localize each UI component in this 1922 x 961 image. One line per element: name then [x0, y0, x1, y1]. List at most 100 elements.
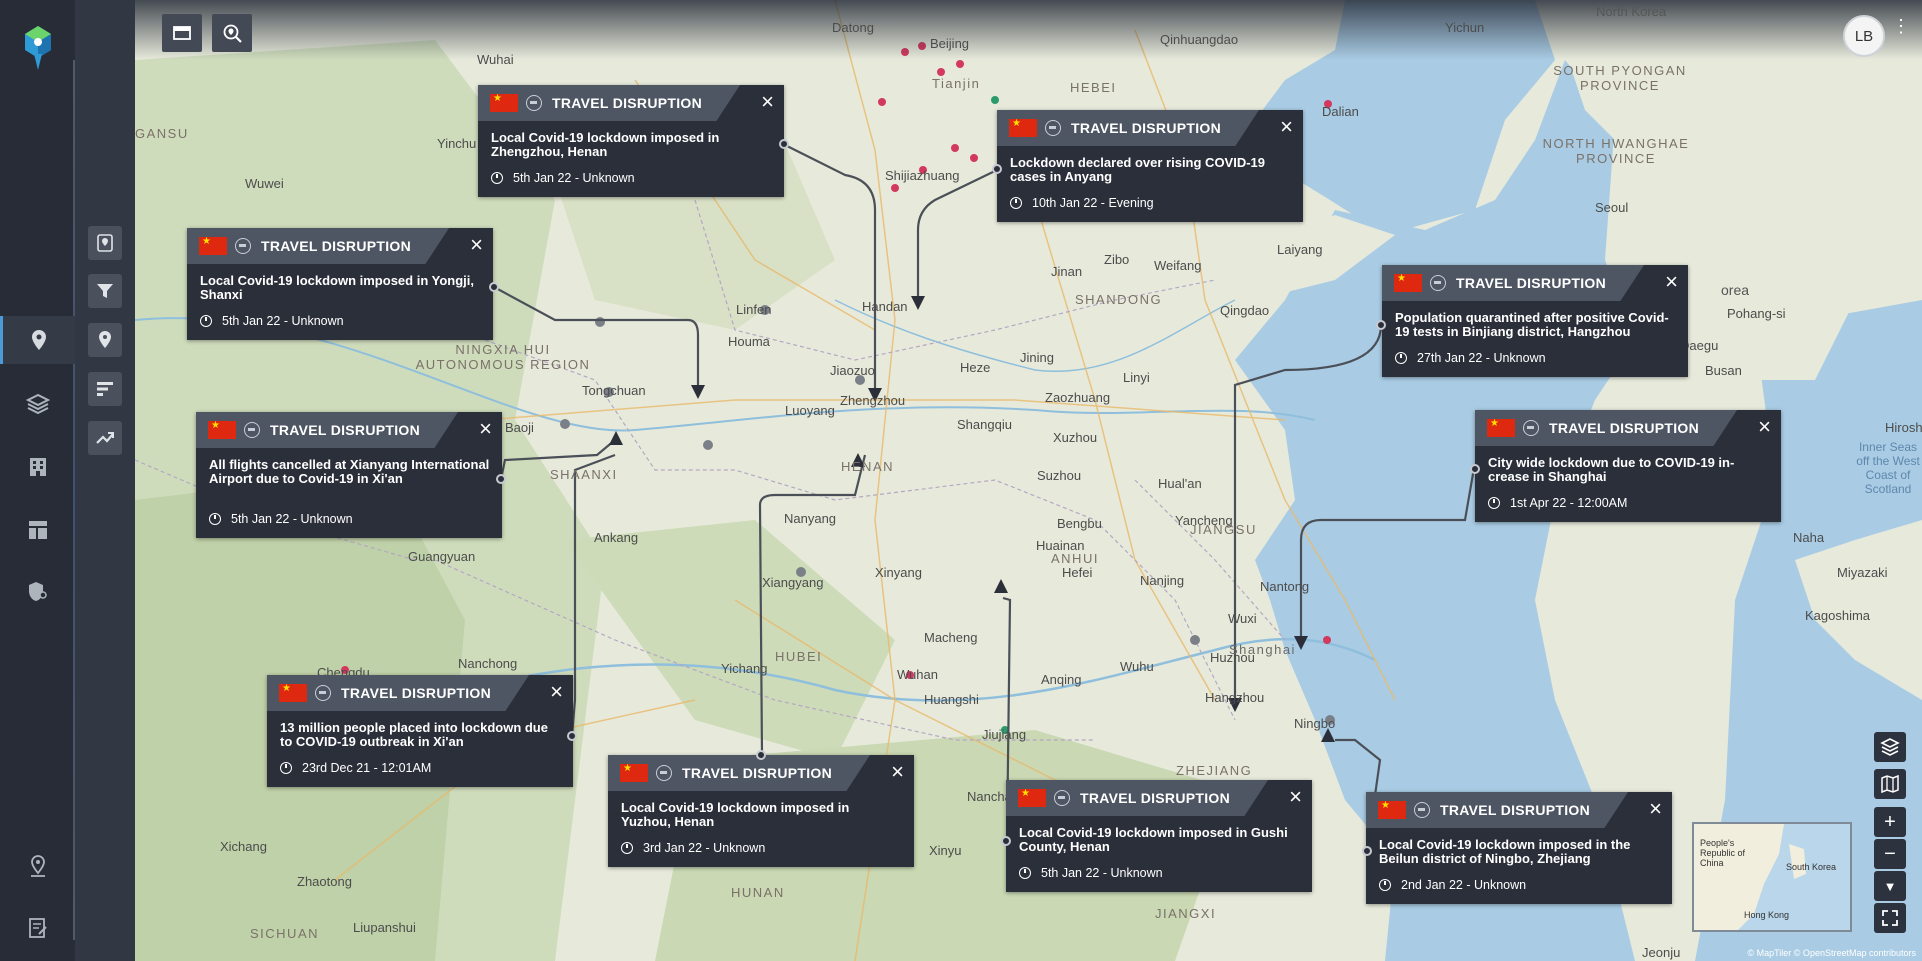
map-label-city: Nanyang — [784, 511, 837, 526]
trends-button[interactable] — [88, 421, 122, 455]
map-label-city: Yichang — [721, 661, 768, 676]
overview-minimap[interactable]: People's Republic of China South Korea H… — [1692, 822, 1852, 932]
event-card[interactable]: TRAVEL DISRUPTION × Local Covid-19 lockdo… — [478, 85, 784, 197]
map-label-city: Yichun — [1445, 20, 1485, 35]
map-label-city: Zhaotong — [297, 874, 352, 889]
travel-category-icon — [526, 95, 542, 111]
card-anchor — [1362, 846, 1372, 856]
map-label-city: Jeonju — [1642, 945, 1681, 960]
card-anchor — [489, 282, 499, 292]
window-button[interactable] — [162, 14, 202, 52]
map-label-city: Zaozhuang — [1045, 390, 1111, 405]
event-title: Local Covid-19 lockdown imposed in Yuzho… — [621, 800, 850, 829]
map-settings-button[interactable] — [88, 226, 122, 260]
map-label-region: SOUTH PYONGAN PROVINCE — [1553, 63, 1687, 93]
location-pin-icon — [32, 330, 46, 350]
map-label-city: Jiujiang — [982, 727, 1027, 742]
event-type: TRAVEL DISRUPTION — [1456, 275, 1607, 291]
event-time: 10th Jan 22 - Evening — [1032, 196, 1154, 210]
user-avatar[interactable]: LB — [1843, 15, 1885, 57]
map-label-city: Datong — [832, 20, 874, 35]
close-icon[interactable]: × — [470, 234, 483, 256]
more-menu-icon[interactable]: ⋮ — [1892, 17, 1910, 35]
card-anchor — [496, 474, 506, 484]
event-card[interactable]: TRAVEL DISRUPTION × City wide lockdown du… — [1475, 410, 1781, 522]
close-icon[interactable]: × — [1665, 271, 1678, 293]
close-icon[interactable]: × — [1758, 416, 1771, 438]
compass-button[interactable]: ▼ — [1874, 871, 1906, 901]
map-label-city: Xinyu — [929, 843, 962, 858]
event-type: TRAVEL DISRUPTION — [1071, 120, 1222, 136]
event-card[interactable]: TRAVEL DISRUPTION × Local Covid-19 lockdo… — [187, 228, 493, 340]
zoom-out-button[interactable]: − — [1874, 839, 1906, 869]
map-label-city: Hual'an — [1158, 476, 1202, 491]
map-label-region: ANHUI — [1051, 551, 1099, 566]
map-label-city: Guangyuan — [408, 549, 476, 564]
close-icon[interactable]: × — [891, 761, 904, 783]
zoom-in-icon: + — [1884, 810, 1896, 833]
map-label-city: Bengbu — [1057, 516, 1102, 531]
map-label-region: HENAN — [841, 459, 895, 474]
event-card[interactable]: TRAVEL DISRUPTION × 13 million people pla… — [267, 675, 573, 787]
event-time: 2nd Jan 22 - Unknown — [1401, 878, 1527, 892]
nav-item-dashboard[interactable] — [0, 506, 75, 554]
search-location-button[interactable] — [212, 14, 252, 52]
map-style-control[interactable] — [1874, 769, 1906, 799]
event-time: 5th Jan 22 - Unknown — [1041, 866, 1163, 880]
map-label-region: SHAANXI — [550, 467, 618, 482]
zoom-out-icon: − — [1884, 842, 1896, 865]
event-card[interactable]: TRAVEL DISRUPTION × Lockdown declared ove… — [997, 110, 1303, 222]
event-card[interactable]: TRAVEL DISRUPTION × Population quarantine… — [1382, 265, 1688, 377]
close-icon[interactable]: × — [479, 418, 492, 440]
nav-item-reports[interactable] — [0, 904, 75, 952]
event-card[interactable]: TRAVEL DISRUPTION × All flights cancelled… — [196, 412, 502, 538]
map-label-city: Nanchong — [458, 656, 518, 671]
event-card[interactable]: TRAVEL DISRUPTION × Local Covid-19 lockdo… — [1366, 792, 1672, 904]
event-title: City wide lockdown due to COVID-19 in-cr… — [1488, 455, 1735, 484]
map-label-city: Yinchu — [437, 136, 477, 151]
map-label-city: Seoul — [1595, 200, 1629, 215]
filter-button[interactable] — [88, 274, 122, 308]
trend-icon — [96, 432, 114, 444]
map-label-city: Beijing — [930, 36, 970, 51]
card-anchor — [1001, 836, 1011, 846]
layers-control[interactable] — [1874, 732, 1906, 762]
pin-button[interactable] — [88, 323, 122, 357]
event-type: TRAVEL DISRUPTION — [261, 238, 412, 254]
map-label-city: Xichang — [220, 839, 267, 854]
map-label-city: Shangqiu — [957, 417, 1012, 432]
map-label-city: Liupanshui — [353, 920, 416, 935]
clock-icon — [1379, 879, 1391, 891]
map-label-city: Ankang — [594, 530, 639, 545]
close-icon[interactable]: × — [1649, 798, 1662, 820]
event-card[interactable]: TRAVEL DISRUPTION × Local Covid-19 lockdo… — [608, 755, 914, 867]
close-icon[interactable]: × — [1280, 116, 1293, 138]
close-icon[interactable]: × — [1289, 786, 1302, 808]
layers-icon — [1880, 738, 1900, 756]
map-label-city: Heze — [960, 360, 991, 375]
event-time: 1st Apr 22 - 12:00AM — [1510, 496, 1628, 510]
zoom-in-button[interactable]: + — [1874, 807, 1906, 837]
nav-item-add-location[interactable] — [0, 842, 75, 890]
nav-item-security[interactable] — [0, 568, 75, 616]
china-flag-icon — [1018, 788, 1046, 807]
card-anchor — [992, 164, 1002, 174]
map-label-city: Wuxi — [1228, 611, 1257, 626]
app-logo[interactable] — [22, 24, 54, 77]
map-label-city: Linyi — [1123, 370, 1150, 385]
event-title: 13 million people placed into lockdown d… — [280, 720, 548, 749]
shield-person-icon — [28, 582, 47, 601]
map-label-city: Shijiazhuang — [885, 168, 960, 183]
event-type: TRAVEL DISRUPTION — [552, 95, 703, 111]
close-icon[interactable]: × — [761, 91, 774, 113]
close-icon[interactable]: × — [550, 681, 563, 703]
event-card[interactable]: TRAVEL DISRUPTION × Local Covid-19 lockdo… — [1006, 780, 1312, 892]
map-label-city: Hangzhou — [1205, 690, 1265, 705]
map-label-region: GANSU — [135, 126, 189, 141]
nav-item-layers[interactable] — [0, 380, 75, 428]
nav-item-buildings[interactable] — [0, 443, 75, 491]
nav-item-locations[interactable] — [0, 316, 75, 364]
china-flag-icon — [199, 236, 227, 255]
list-button[interactable] — [88, 372, 122, 406]
fullscreen-button[interactable] — [1874, 903, 1906, 933]
